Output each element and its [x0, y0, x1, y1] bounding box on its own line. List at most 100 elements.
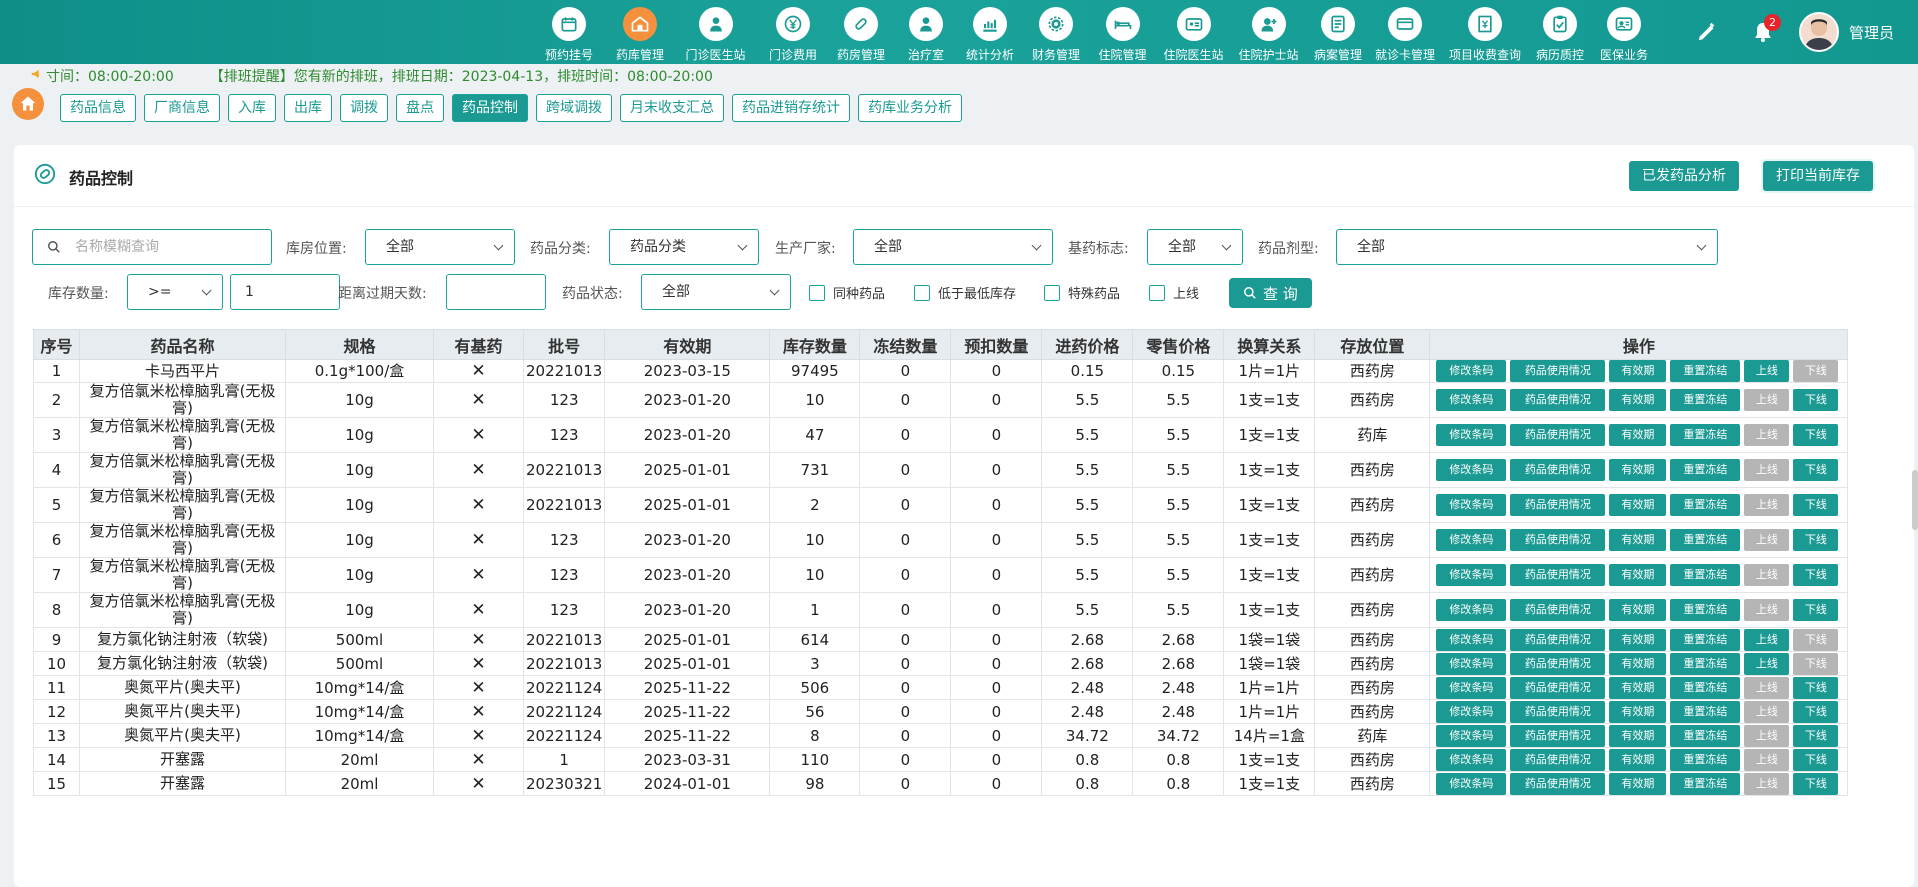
- dosage-form-select[interactable]: 全部: [1336, 229, 1718, 265]
- online-button[interactable]: 上线: [1744, 529, 1790, 551]
- query-button[interactable]: 查 询: [1229, 278, 1312, 308]
- offline-button[interactable]: 下线: [1793, 494, 1839, 516]
- maker-select[interactable]: 全部: [853, 229, 1053, 265]
- expiry-button[interactable]: 有效期: [1609, 652, 1667, 675]
- home-button[interactable]: [12, 88, 44, 120]
- stock-operator-select[interactable]: >=: [127, 274, 223, 310]
- usage-button[interactable]: 药品使用情况: [1510, 494, 1606, 516]
- page-scrollbar[interactable]: [1912, 470, 1918, 530]
- expiry-button[interactable]: 有效期: [1609, 529, 1667, 551]
- offline-button[interactable]: 下线: [1793, 676, 1839, 699]
- pencil-icon[interactable]: [1687, 12, 1727, 52]
- basic-drug-select[interactable]: 全部: [1147, 229, 1243, 265]
- nav-item[interactable]: 就诊卡管理: [1370, 0, 1440, 64]
- subtab[interactable]: 药品信息: [60, 94, 136, 122]
- edit-barcode-button[interactable]: 修改条码: [1436, 389, 1507, 411]
- expiry-button[interactable]: 有效期: [1609, 676, 1667, 699]
- nav-item[interactable]: 统计分析: [957, 0, 1023, 64]
- reset-frozen-button[interactable]: 重置冻结: [1670, 360, 1741, 382]
- reset-frozen-button[interactable]: 重置冻结: [1670, 389, 1741, 411]
- reset-frozen-button[interactable]: 重置冻结: [1670, 494, 1741, 516]
- online-button[interactable]: 上线: [1744, 389, 1790, 411]
- online-button[interactable]: 上线: [1744, 748, 1790, 771]
- usage-button[interactable]: 药品使用情况: [1510, 772, 1606, 795]
- drug-status-select[interactable]: 全部: [641, 274, 791, 310]
- offline-button[interactable]: 下线: [1793, 459, 1839, 481]
- expiry-button[interactable]: 有效期: [1609, 599, 1667, 621]
- expiry-button[interactable]: 有效期: [1609, 772, 1667, 795]
- subtab[interactable]: 出库: [284, 94, 332, 122]
- search-input[interactable]: 名称模糊查询: [32, 229, 272, 265]
- expiry-days-input[interactable]: [446, 274, 546, 310]
- online-button[interactable]: 上线: [1744, 564, 1790, 586]
- expiry-button[interactable]: 有效期: [1609, 564, 1667, 586]
- reset-frozen-button[interactable]: 重置冻结: [1670, 700, 1741, 723]
- online-checkbox[interactable]: 上线: [1149, 283, 1199, 302]
- offline-button[interactable]: 下线: [1793, 700, 1839, 723]
- subtab[interactable]: 药品控制: [452, 94, 528, 122]
- subtab[interactable]: 药品进销存统计: [732, 94, 850, 122]
- subtab[interactable]: 药库业务分析: [858, 94, 962, 122]
- expiry-button[interactable]: 有效期: [1609, 748, 1667, 771]
- category-select[interactable]: 药品分类: [609, 229, 759, 265]
- subtab[interactable]: 入库: [228, 94, 276, 122]
- below-min-stock-checkbox[interactable]: 低于最低库存: [914, 283, 1016, 302]
- offline-button[interactable]: 下线: [1793, 360, 1839, 382]
- edit-barcode-button[interactable]: 修改条码: [1436, 748, 1507, 771]
- online-button[interactable]: 上线: [1744, 772, 1790, 795]
- usage-button[interactable]: 药品使用情况: [1510, 424, 1606, 446]
- reset-frozen-button[interactable]: 重置冻结: [1670, 748, 1741, 771]
- reset-frozen-button[interactable]: 重置冻结: [1670, 772, 1741, 795]
- edit-barcode-button[interactable]: 修改条码: [1436, 360, 1507, 382]
- user-name[interactable]: 管理员: [1849, 22, 1894, 43]
- expiry-button[interactable]: 有效期: [1609, 389, 1667, 411]
- offline-button[interactable]: 下线: [1793, 628, 1839, 651]
- usage-button[interactable]: 药品使用情况: [1510, 652, 1606, 675]
- stock-qty-input[interactable]: 1: [230, 274, 340, 310]
- online-button[interactable]: 上线: [1744, 676, 1790, 699]
- edit-barcode-button[interactable]: 修改条码: [1436, 424, 1507, 446]
- expiry-button[interactable]: 有效期: [1609, 360, 1667, 382]
- online-button[interactable]: 上线: [1744, 628, 1790, 651]
- nav-item[interactable]: 项目收费查询: [1440, 0, 1530, 64]
- expiry-button[interactable]: 有效期: [1609, 724, 1667, 747]
- offline-button[interactable]: 下线: [1793, 389, 1839, 411]
- nav-item[interactable]: 治疗室: [895, 0, 957, 64]
- reset-frozen-button[interactable]: 重置冻结: [1670, 652, 1741, 675]
- edit-barcode-button[interactable]: 修改条码: [1436, 724, 1507, 747]
- reset-frozen-button[interactable]: 重置冻结: [1670, 564, 1741, 586]
- expiry-button[interactable]: 有效期: [1609, 628, 1667, 651]
- usage-button[interactable]: 药品使用情况: [1510, 389, 1606, 411]
- bell-icon[interactable]: 2: [1743, 12, 1783, 52]
- subtab[interactable]: 调拨: [340, 94, 388, 122]
- expiry-button[interactable]: 有效期: [1609, 424, 1667, 446]
- edit-barcode-button[interactable]: 修改条码: [1436, 564, 1507, 586]
- dispensed-analysis-button[interactable]: 已发药品分析: [1629, 161, 1739, 191]
- avatar[interactable]: [1798, 12, 1839, 52]
- reset-frozen-button[interactable]: 重置冻结: [1670, 529, 1741, 551]
- edit-barcode-button[interactable]: 修改条码: [1436, 599, 1507, 621]
- offline-button[interactable]: 下线: [1793, 529, 1839, 551]
- nav-item[interactable]: 药房管理: [827, 0, 895, 64]
- offline-button[interactable]: 下线: [1793, 652, 1839, 675]
- expiry-button[interactable]: 有效期: [1609, 494, 1667, 516]
- nav-item[interactable]: 门诊费用: [759, 0, 827, 64]
- nav-item[interactable]: 药库管理: [608, 0, 672, 64]
- nav-item[interactable]: 医保业务: [1590, 0, 1658, 64]
- offline-button[interactable]: 下线: [1793, 724, 1839, 747]
- edit-barcode-button[interactable]: 修改条码: [1436, 529, 1507, 551]
- online-button[interactable]: 上线: [1744, 599, 1790, 621]
- edit-barcode-button[interactable]: 修改条码: [1436, 700, 1507, 723]
- edit-barcode-button[interactable]: 修改条码: [1436, 628, 1507, 651]
- nav-item[interactable]: 病历质控: [1530, 0, 1590, 64]
- usage-button[interactable]: 药品使用情况: [1510, 724, 1606, 747]
- offline-button[interactable]: 下线: [1793, 599, 1839, 621]
- reset-frozen-button[interactable]: 重置冻结: [1670, 424, 1741, 446]
- print-stock-button[interactable]: 打印当前库存: [1763, 161, 1873, 191]
- reset-frozen-button[interactable]: 重置冻结: [1670, 724, 1741, 747]
- nav-item[interactable]: 住院护士站: [1231, 0, 1306, 64]
- expiry-button[interactable]: 有效期: [1609, 700, 1667, 723]
- online-button[interactable]: 上线: [1744, 360, 1790, 382]
- edit-barcode-button[interactable]: 修改条码: [1436, 494, 1507, 516]
- same-drug-checkbox[interactable]: 同种药品: [809, 283, 885, 302]
